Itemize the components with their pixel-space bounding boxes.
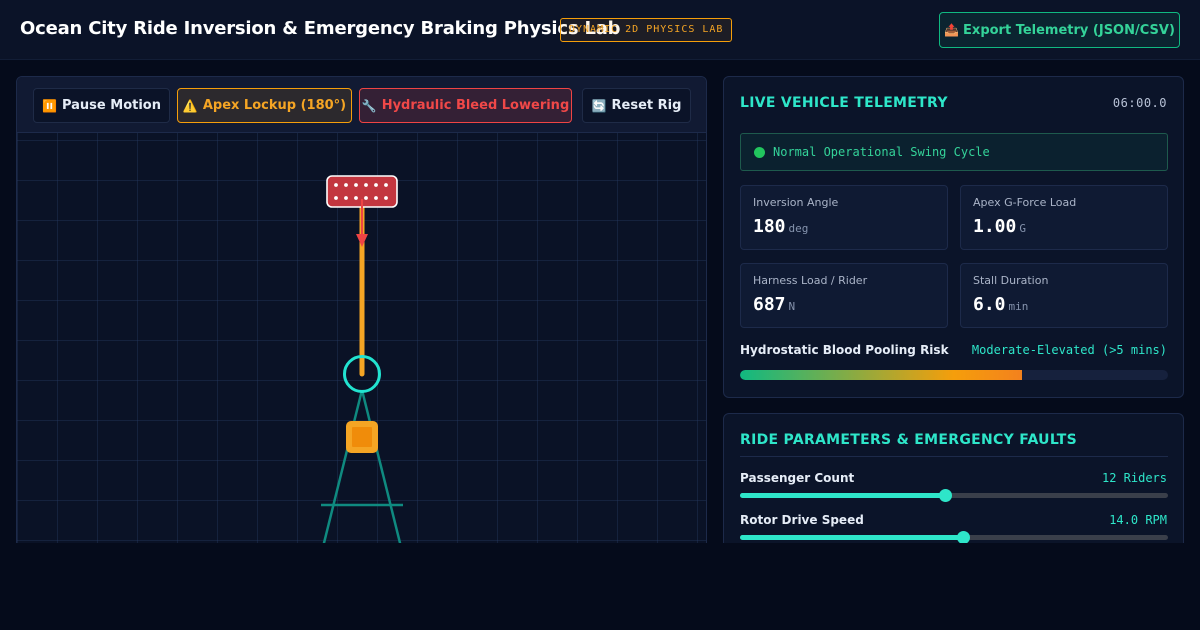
reset-rig-button[interactable]: 🔄 Reset Rig bbox=[582, 88, 691, 123]
metric-value-wrap: 687 N bbox=[753, 294, 795, 315]
risk-meter bbox=[740, 370, 1168, 380]
rotor-speed-value: 14.0 RPM bbox=[1109, 513, 1167, 527]
passenger-count-slider[interactable] bbox=[740, 489, 1168, 502]
tower-leg-left bbox=[322, 389, 364, 545]
reset-label: Reset Rig bbox=[611, 98, 682, 113]
metric-value-wrap: 6.0 min bbox=[973, 294, 1028, 315]
metric-inversion-angle: Inversion Angle 180 deg bbox=[740, 185, 948, 250]
telemetry-panel: LIVE VEHICLE TELEMETRY 06:00.0 Normal Op… bbox=[723, 76, 1184, 398]
gravity-vector-head bbox=[356, 234, 368, 247]
apex-lockup-button[interactable]: ⚠️ Apex Lockup (180°) bbox=[177, 88, 352, 123]
warning-icon: ⚠️ bbox=[182, 98, 198, 113]
metric-stall-duration: Stall Duration 6.0 min bbox=[960, 263, 1168, 328]
metric-label: Apex G-Force Load bbox=[973, 196, 1077, 209]
passenger-count-label: Passenger Count bbox=[740, 471, 855, 485]
reset-icon: 🔄 bbox=[591, 98, 607, 113]
metric-harness-load: Harness Load / Rider 687 N bbox=[740, 263, 948, 328]
status-dot-icon bbox=[754, 146, 765, 158]
metric-value: 687 bbox=[753, 294, 786, 315]
bleed-label: Hydraulic Bleed Lowering bbox=[381, 98, 570, 113]
rotor-speed-slider[interactable] bbox=[740, 531, 1168, 544]
simulation-toolbar: ⏸️ Pause Motion ⚠️ Apex Lockup (180°) 🔧 … bbox=[17, 77, 706, 133]
pause-icon: ⏸️ bbox=[42, 98, 57, 113]
metric-unit: N bbox=[788, 300, 796, 313]
rotor-speed-label: Rotor Drive Speed bbox=[740, 513, 864, 527]
apex-label: Apex Lockup (180°) bbox=[202, 98, 347, 113]
simulation-panel: ⏸️ Pause Motion ⚠️ Apex Lockup (180°) 🔧 … bbox=[16, 76, 707, 546]
export-icon: 📤 bbox=[944, 23, 960, 37]
metric-value-wrap: 180 deg bbox=[753, 216, 808, 237]
metric-unit: G bbox=[1019, 222, 1026, 235]
status-banner: Normal Operational Swing Cycle bbox=[740, 133, 1168, 171]
hydraulic-bleed-button[interactable]: 🔧 Hydraulic Bleed Lowering bbox=[359, 88, 572, 123]
risk-value: Moderate-Elevated (>5 mins) bbox=[971, 343, 1167, 357]
metric-value-wrap: 1.00 G bbox=[973, 216, 1026, 237]
metric-label: Inversion Angle bbox=[753, 196, 839, 209]
metric-apex-g-force: Apex G-Force Load 1.00 G bbox=[960, 185, 1168, 250]
slider-fill bbox=[740, 493, 946, 498]
slider-fill bbox=[740, 535, 963, 540]
metric-value: 1.00 bbox=[973, 216, 1017, 237]
physics-canvas[interactable] bbox=[17, 133, 706, 545]
pause-motion-button[interactable]: ⏸️ Pause Motion bbox=[33, 88, 170, 123]
telemetry-heading: LIVE VEHICLE TELEMETRY bbox=[740, 95, 948, 111]
passenger-count-value: 12 Riders bbox=[1101, 471, 1167, 485]
app-title: Ocean City Ride Inversion & Emergency Br… bbox=[20, 18, 621, 39]
metric-value: 6.0 bbox=[973, 294, 1006, 315]
ride-rig-drawing bbox=[321, 175, 403, 545]
viewport-bottom bbox=[0, 543, 1200, 630]
risk-meter-fill bbox=[740, 370, 1023, 380]
metric-label: Harness Load / Rider bbox=[753, 274, 868, 287]
slider-thumb[interactable] bbox=[939, 489, 953, 502]
tower-leg-right bbox=[360, 389, 402, 545]
metric-unit: min bbox=[1008, 300, 1029, 313]
risk-label: Hydrostatic Blood Pooling Risk bbox=[740, 343, 949, 357]
export-label: Export Telemetry (JSON/CSV) bbox=[963, 22, 1175, 38]
pause-label: Pause Motion bbox=[61, 98, 161, 113]
counterweight-core bbox=[352, 427, 372, 447]
status-text: Normal Operational Swing Cycle bbox=[773, 145, 990, 159]
params-heading: RIDE PARAMETERS & EMERGENCY FAULTS bbox=[740, 432, 1077, 448]
divider bbox=[740, 456, 1168, 457]
metric-label: Stall Duration bbox=[973, 274, 1049, 287]
top-bar: Ocean City Ride Inversion & Emergency Br… bbox=[0, 0, 1200, 60]
wrench-icon: 🔧 bbox=[361, 98, 377, 113]
ride-parameters-panel: RIDE PARAMETERS & EMERGENCY FAULTS Passe… bbox=[723, 413, 1184, 553]
export-telemetry-button[interactable]: 📤 Export Telemetry (JSON/CSV) bbox=[939, 12, 1180, 48]
metric-unit: deg bbox=[788, 222, 809, 235]
elapsed-clock: 06:00.0 bbox=[1112, 96, 1167, 110]
lab-mode-badge: DYNAMIC 2D PHYSICS LAB bbox=[560, 18, 733, 42]
metric-value: 180 bbox=[753, 216, 786, 237]
